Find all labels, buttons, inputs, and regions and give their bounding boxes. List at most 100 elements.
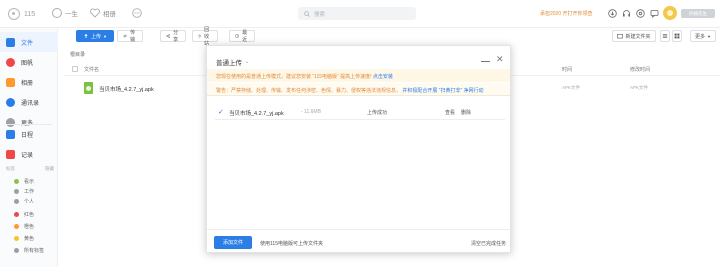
logo[interactable]: 115 (8, 8, 35, 20)
select-all-checkbox[interactable] (72, 66, 78, 72)
tag-label: 工作 (24, 189, 35, 195)
search-icon (304, 10, 310, 17)
more-button[interactable]: 更多 ▼ (690, 30, 716, 42)
nav-label: 相册 (103, 11, 116, 18)
share-button[interactable]: 分享 (160, 30, 187, 43)
transfer-button[interactable]: 传输 (117, 30, 144, 43)
new-folder-label: 新建文件夹 (625, 33, 651, 40)
tag-dot-icon (14, 248, 19, 253)
tag-dot-icon (14, 224, 19, 229)
grid-view-button[interactable] (672, 30, 682, 42)
user-name[interactable]: 约翰先生 (681, 9, 715, 18)
album-icon (6, 77, 15, 87)
sidebar-item-notes[interactable]: 记录 (0, 144, 58, 164)
nav-item-album[interactable]: 相册 (90, 8, 116, 18)
warning-notice: 警告：严禁存储、处理、传输、发布任何涉密、色情、暴力、侵权等违法违规信息。 并积… (207, 83, 510, 96)
share-icon (166, 34, 170, 38)
more-dots-icon (132, 8, 142, 18)
more-label: 更多 (695, 33, 706, 40)
tag-item[interactable]: 个人 (14, 198, 34, 205)
column-header-name[interactable]: 文件名 (84, 66, 99, 73)
chevron-down-icon: ▼ (103, 33, 107, 39)
minimize-icon[interactable] (481, 61, 490, 62)
desktop-tip: 使用115电脑版可上传文件夹 (260, 241, 323, 247)
message-icon[interactable] (650, 9, 659, 18)
apk-file-icon (84, 82, 93, 94)
folder-icon (6, 37, 15, 47)
tags-manage-link[interactable]: 隐藏 (45, 166, 54, 172)
tag-dot-icon (14, 199, 19, 204)
check-icon: ✓ (218, 109, 224, 116)
chevron-down-icon: ⌄ (245, 59, 250, 65)
sidebar-item-label: 文件 (21, 40, 34, 47)
nav-item-more[interactable] (132, 8, 142, 18)
cloud-upload-icon (84, 33, 88, 38)
task-status: 上传成功 (367, 110, 388, 116)
recycle-bin-label: 回收站 (204, 26, 210, 47)
tag-item[interactable]: 看示 (14, 178, 34, 185)
logo-icon (8, 8, 20, 20)
download-icon[interactable] (608, 9, 617, 18)
clear-completed-link[interactable]: 清空已完成任务 (471, 240, 506, 247)
tags-header: 标签 隐藏 (6, 166, 54, 172)
logo-text: 115 (24, 10, 36, 18)
tag-item[interactable]: 所有标签 (14, 247, 44, 254)
campaign-link[interactable]: 并积极配合开展 “扫黄打非” 净网行动 (402, 88, 483, 94)
breadcrumb[interactable]: 根目录 (70, 51, 85, 58)
tag-item[interactable]: 红色 (14, 211, 34, 218)
task-file-name: 当贝市场_4.2.7_yj.apk (229, 111, 284, 117)
tag-label: 橙色 (24, 224, 35, 230)
share-label: 分享 (173, 30, 179, 43)
recent-button[interactable]: 最近 (229, 30, 256, 43)
sidebar-item-label: 图帆 (21, 60, 34, 67)
tag-dot-icon (14, 212, 19, 217)
sidebar-item-contacts[interactable]: 通讯录 (0, 92, 58, 112)
install-link[interactable]: 点击安装 (373, 74, 393, 80)
promo-link[interactable]: 承担2020 开打开你领查 (540, 10, 593, 17)
recent-label: 最近 (242, 30, 248, 43)
sidebar-item-calendar[interactable]: 日程 (0, 124, 58, 144)
avatar[interactable] (663, 6, 677, 20)
file-name[interactable]: 当贝市场_4.2.7_yj.apk (99, 85, 154, 93)
settings-icon[interactable] (636, 9, 645, 18)
tag-item[interactable]: 橙色 (14, 223, 34, 230)
sidebar-item-images[interactable]: 图帆 (0, 52, 58, 72)
new-folder-button[interactable]: 新建文件夹 (612, 30, 656, 42)
transfer-label: 传输 (130, 30, 136, 43)
tag-label: 黄色 (24, 236, 35, 242)
view-link[interactable]: 查看 (445, 109, 455, 116)
sidebar-item-label: 记录 (21, 152, 34, 159)
dialog-title[interactable]: 普通上传 ⌄ (216, 57, 249, 67)
search-input[interactable]: 搜索 (298, 7, 416, 20)
grid-view-icon (674, 33, 680, 39)
tag-item[interactable]: 黄色 (14, 235, 34, 242)
tag-item[interactable]: 工作 (14, 188, 34, 195)
add-file-button[interactable]: 添加文件 (214, 236, 252, 249)
nav-label: 一生 (65, 11, 78, 18)
tag-label: 看示 (24, 179, 35, 185)
search-placeholder: 搜索 (314, 11, 326, 18)
tag-dot-icon (14, 236, 19, 241)
transfer-icon (123, 34, 128, 38)
folder-plus-icon (617, 33, 624, 39)
delete-link[interactable]: 删除 (461, 109, 471, 116)
close-icon[interactable]: ✕ (496, 55, 504, 64)
nav-item-life[interactable]: 一生 (52, 8, 78, 18)
column-header-modified[interactable]: 修改时间 (630, 66, 650, 73)
upload-dialog: 普通上传 ⌄ ✕ 您现在使用的是普通上传模式，建议您安装 “115电脑版” 提高… (206, 45, 511, 253)
sidebar-item-files[interactable]: 文件 (0, 32, 58, 52)
life-icon (52, 8, 62, 18)
sidebar-item-label: 相册 (21, 80, 34, 87)
sidebar-item-album[interactable]: 相册 (0, 72, 58, 92)
notes-icon (6, 149, 15, 159)
file-type: APK文件 (562, 85, 581, 90)
column-header-time[interactable]: 时间 (562, 66, 572, 73)
sidebar-item-label: 日程 (21, 132, 34, 139)
list-view-button[interactable] (660, 30, 670, 42)
tag-label: 个人 (24, 199, 35, 205)
install-notice: 您现在使用的是普通上传模式，建议您安装 “115电脑版” 提高上传速度! 点击安… (207, 69, 510, 82)
upload-button[interactable]: 上传 ▼ (76, 30, 114, 42)
file-date: APK文件 (630, 85, 649, 90)
recycle-bin-button[interactable]: 回收站 (192, 27, 219, 47)
headset-icon[interactable] (622, 9, 631, 18)
